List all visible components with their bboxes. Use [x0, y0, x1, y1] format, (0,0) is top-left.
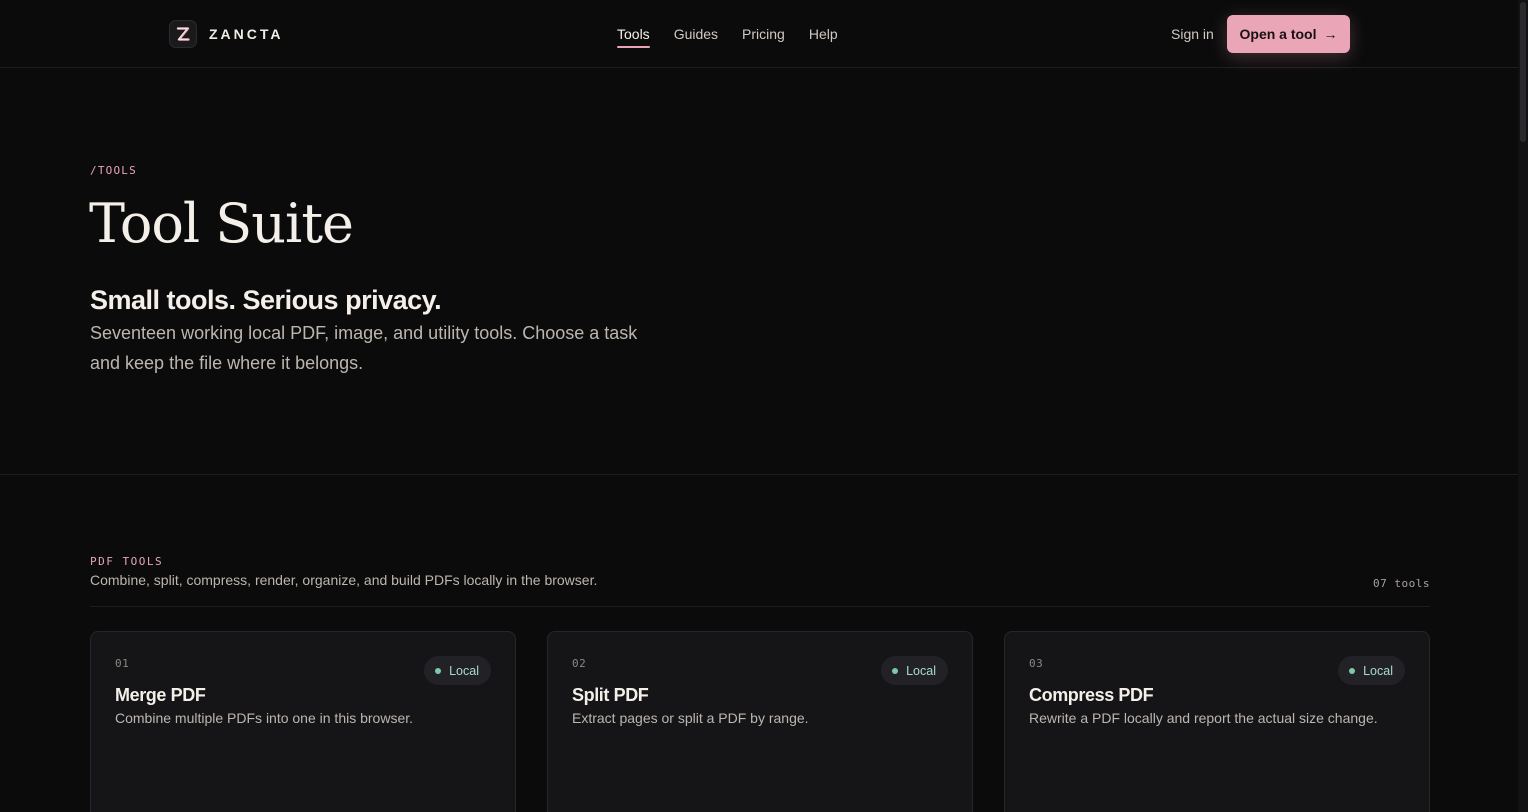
sign-in-link[interactable]: Sign in	[1171, 0, 1214, 68]
open-tool-button[interactable]: Open a tool →	[1227, 15, 1350, 53]
card-number: 01	[115, 657, 130, 670]
section-divider	[0, 474, 1518, 475]
status-dot-icon	[892, 667, 899, 674]
page-title: Tool Suite	[89, 192, 354, 255]
card-title: Merge PDF	[115, 685, 206, 705]
nav-pricing[interactable]: Pricing	[742, 0, 785, 68]
hero-tagline: Small tools. Serious privacy.	[90, 285, 442, 315]
card-title: Split PDF	[572, 685, 649, 705]
badge-label: Local	[906, 663, 936, 678]
local-badge: Local	[424, 656, 491, 685]
arrow-right-icon: →	[1323, 26, 1338, 42]
nav-guides[interactable]: Guides	[674, 0, 718, 68]
nav-tools[interactable]: Tools	[617, 0, 650, 68]
badge-label: Local	[449, 663, 479, 678]
badge-label: Local	[1363, 663, 1393, 678]
card-description: Rewrite a PDF locally and report the act…	[1029, 710, 1378, 726]
card-description: Extract pages or split a PDF by range.	[572, 710, 809, 726]
local-badge: Local	[1338, 656, 1405, 685]
section-label: PDF TOOLS	[90, 555, 164, 568]
scrollbar-thumb[interactable]	[1520, 2, 1526, 142]
breadcrumb: /TOOLS	[90, 164, 137, 177]
card-title: Compress PDF	[1029, 685, 1154, 705]
card-description: Combine multiple PDFs into one in this b…	[115, 710, 414, 726]
tool-card-compress-pdf[interactable]: 03 Local Compress PDF Rewrite a PDF loca…	[1004, 631, 1430, 812]
local-badge: Local	[881, 656, 948, 685]
tool-card-split-pdf[interactable]: 02 Local Split PDF Extract pages or spli…	[547, 631, 973, 812]
site-header: ZANCTA Tools Guides Pricing Help Sign in…	[0, 0, 1518, 68]
card-number: 02	[572, 657, 587, 670]
open-tool-label: Open a tool	[1239, 26, 1317, 42]
tool-card-merge-pdf[interactable]: 01 Local Merge PDF Combine multiple PDFs…	[90, 631, 516, 812]
page-scrollbar[interactable]	[1518, 0, 1528, 812]
tool-count: 07 tools	[1373, 577, 1430, 590]
section-description: Combine, split, compress, render, organi…	[90, 572, 598, 588]
section-rule	[90, 606, 1430, 607]
brand-name: ZANCTA	[209, 26, 284, 42]
card-number: 03	[1029, 657, 1044, 670]
main-nav: Tools Guides Pricing Help	[617, 0, 862, 68]
status-dot-icon	[1349, 667, 1356, 674]
brand-logo[interactable]: ZANCTA	[169, 20, 284, 48]
nav-help[interactable]: Help	[809, 0, 838, 68]
hero-lead: Seventeen working local PDF, image, and …	[90, 323, 638, 373]
z-logo-icon	[169, 20, 197, 48]
status-dot-icon	[435, 667, 442, 674]
